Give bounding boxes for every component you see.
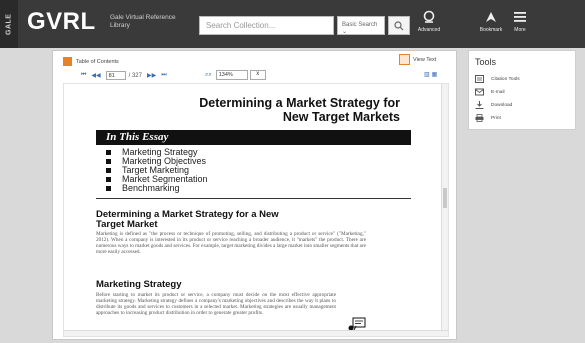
page-navigation: ⏮ ◀◀ 81 / 327 ▶▶ ⏭	[81, 71, 172, 80]
tools-title: Tools	[475, 57, 497, 67]
section-divider	[96, 198, 411, 199]
bookmark-button[interactable]: Bookmark	[478, 10, 504, 40]
view-text-button[interactable]: View Text	[399, 54, 436, 65]
tool-label: E-mail	[491, 89, 505, 95]
view-text-label: View Text	[413, 56, 437, 63]
email-icon	[475, 88, 484, 96]
search-input[interactable]: Search Collection...	[199, 16, 334, 35]
scrollbar-thumb[interactable]	[443, 188, 447, 208]
print-icon	[475, 114, 484, 122]
download-icon	[475, 101, 484, 109]
toc-icon	[63, 57, 72, 66]
title-line-2: New Target Markets	[282, 110, 400, 124]
section1-heading-line2: Target Market	[96, 219, 158, 230]
essay-heading: In This Essay	[96, 130, 411, 145]
viewer-mode-icons: ▥▦	[424, 71, 439, 78]
horizontal-scrollbar[interactable]	[64, 330, 448, 336]
tool-label: Download	[491, 102, 513, 108]
title-line-1: Determining a Market Strategy for	[199, 96, 400, 110]
two-page-icon[interactable]: ▦	[432, 72, 440, 78]
search-button[interactable]	[388, 16, 410, 35]
zoom-clear-button[interactable]: x	[249, 70, 266, 80]
document-title: Determining a Market Strategy for New Ta…	[199, 96, 400, 124]
single-page-icon[interactable]: ▥	[424, 72, 432, 78]
tool-label: Print	[491, 115, 501, 121]
document-viewer[interactable]: Determining a Market Strategy for New Ta…	[63, 83, 449, 337]
tool-label: Citation Tools	[491, 76, 520, 82]
essay-list: Marketing Strategy Marketing Objectives …	[106, 148, 208, 193]
section2-body: Before starting to market its product or…	[96, 292, 336, 317]
section1-body: Marketing is defined as "the process or …	[96, 231, 366, 256]
advanced-search-icon	[423, 10, 435, 23]
app-header: GALE GVRL Gale Virtual Reference Library…	[0, 0, 585, 48]
bookmark-icon	[486, 12, 496, 22]
gvrl-logo[interactable]: GVRL	[27, 8, 96, 36]
page-number-input[interactable]: 81	[105, 71, 126, 80]
more-label: More	[514, 27, 526, 33]
first-page-icon[interactable]: ⏮	[81, 72, 86, 79]
prev-page-icon[interactable]: ◀◀	[91, 72, 100, 79]
zoom-controls: ⌕ ⌕ 134% x	[205, 70, 266, 80]
zoom-in-icon[interactable]: ⌕	[208, 72, 211, 79]
vertical-scrollbar[interactable]	[441, 84, 448, 336]
section2-heading: Marketing Strategy	[96, 279, 182, 290]
gale-brand-strip[interactable]: GALE	[0, 0, 18, 48]
toc-label: Table of Contents	[76, 58, 119, 65]
table-of-contents-link[interactable]: Table of Contents	[63, 57, 119, 66]
tools-panel: Tools Citation Tools E-mail Download Pri…	[468, 50, 576, 130]
more-button[interactable]: More	[507, 10, 533, 40]
citation-tools-link[interactable]: Citation Tools	[475, 75, 520, 83]
last-page-icon[interactable]: ⏭	[161, 72, 166, 79]
logo-subtitle: Gale Virtual Reference Library	[110, 14, 176, 29]
document-panel: Table of Contents View Text ⏮ ◀◀ 81 / 32…	[52, 50, 457, 340]
bookmark-label: Bookmark	[479, 27, 503, 33]
menu-icon	[514, 12, 526, 22]
print-link[interactable]: Print	[475, 114, 501, 122]
view-text-icon	[399, 54, 410, 65]
page-total: / 327	[128, 72, 142, 79]
list-item: Benchmarking	[106, 184, 208, 193]
section1-heading: Determining a Market Strategy for a New …	[96, 210, 279, 230]
search-type-label: Basic Search	[342, 22, 378, 28]
search-icon	[394, 20, 404, 30]
chevron-down-icon: ⌄	[342, 29, 348, 35]
advanced-search-button[interactable]: Advanced	[416, 10, 442, 40]
email-link[interactable]: E-mail	[475, 88, 505, 96]
zoom-input[interactable]: 134%	[215, 70, 248, 80]
citation-icon	[475, 75, 484, 83]
search-type-select[interactable]: Basic Search ⌄	[337, 16, 385, 35]
next-page-icon[interactable]: ▶▶	[147, 72, 156, 79]
download-link[interactable]: Download	[475, 101, 512, 109]
advanced-label: Advanced	[417, 27, 441, 33]
